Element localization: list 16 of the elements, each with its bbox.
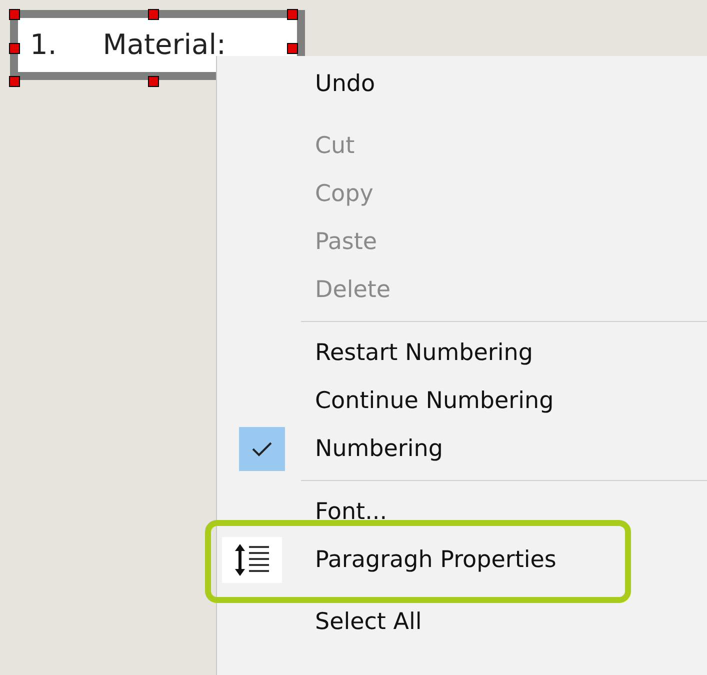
menu-item[interactable]: Paragragh Properties xyxy=(315,547,556,573)
menu-item[interactable]: Continue Numbering xyxy=(315,388,554,414)
resize-handle[interactable] xyxy=(148,9,159,20)
list-number: 1. xyxy=(30,31,57,59)
resize-handle[interactable] xyxy=(9,9,20,20)
menu-item[interactable]: Restart Numbering xyxy=(315,340,533,366)
resize-handle[interactable] xyxy=(287,43,298,54)
menu-item[interactable]: Select All xyxy=(315,609,422,635)
text-box-text: Material: xyxy=(102,31,226,59)
menu-item[interactable]: Font... xyxy=(315,499,388,525)
resize-handle[interactable] xyxy=(9,43,20,54)
resize-handle[interactable] xyxy=(148,76,159,87)
menu-item[interactable]: Numbering xyxy=(315,436,443,462)
menu-item[interactable]: Undo xyxy=(315,71,376,97)
resize-handle[interactable] xyxy=(9,76,20,87)
resize-handle[interactable] xyxy=(287,9,298,20)
